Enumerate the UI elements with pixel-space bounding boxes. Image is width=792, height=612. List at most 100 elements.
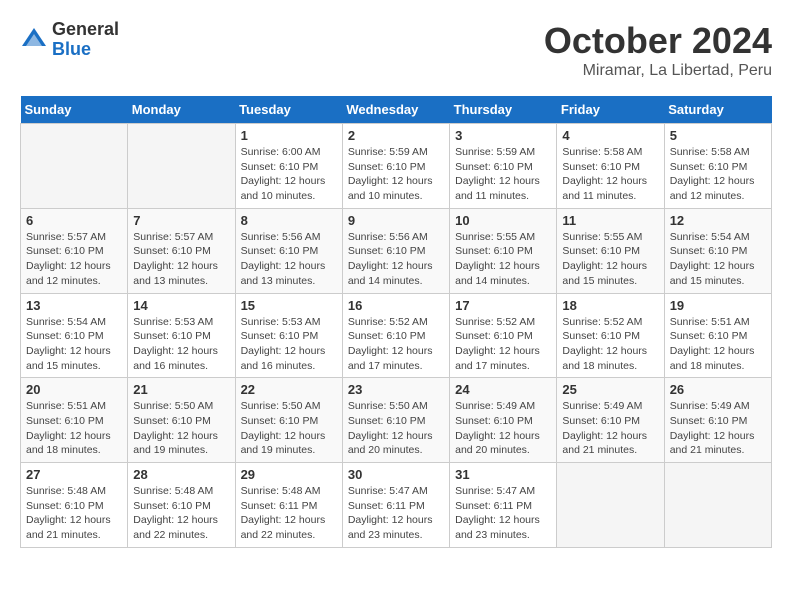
day-number: 10	[455, 213, 551, 228]
logo: General Blue	[20, 20, 119, 60]
calendar-cell: 26 Sunrise: 5:49 AM Sunset: 6:10 PM Dayli…	[664, 378, 771, 463]
day-number: 14	[133, 298, 229, 313]
calendar-cell: 10 Sunrise: 5:55 AM Sunset: 6:10 PM Dayli…	[450, 208, 557, 293]
day-number: 16	[348, 298, 444, 313]
calendar-cell	[557, 463, 664, 548]
day-number: 29	[241, 467, 337, 482]
day-number: 25	[562, 382, 658, 397]
day-number: 9	[348, 213, 444, 228]
calendar-cell: 7 Sunrise: 5:57 AM Sunset: 6:10 PM Daylig…	[128, 208, 235, 293]
day-info: Sunrise: 5:57 AM Sunset: 6:10 PM Dayligh…	[26, 230, 122, 289]
day-number: 13	[26, 298, 122, 313]
day-info: Sunrise: 5:55 AM Sunset: 6:10 PM Dayligh…	[562, 230, 658, 289]
calendar-cell: 5Sunrise: 5:58 AM Sunset: 6:10 PM Daylig…	[664, 124, 771, 209]
day-number: 3	[455, 128, 551, 143]
day-number: 5	[670, 128, 766, 143]
day-number: 1	[241, 128, 337, 143]
day-number: 12	[670, 213, 766, 228]
day-info: Sunrise: 5:52 AM Sunset: 6:10 PM Dayligh…	[348, 315, 444, 374]
month-title: October 2024	[544, 20, 772, 62]
calendar-cell: 23 Sunrise: 5:50 AM Sunset: 6:10 PM Dayli…	[342, 378, 449, 463]
title-block: October 2024 Miramar, La Libertad, Peru	[544, 20, 772, 80]
day-number: 15	[241, 298, 337, 313]
calendar-cell: 6 Sunrise: 5:57 AM Sunset: 6:10 PM Daylig…	[21, 208, 128, 293]
calendar-cell: 1 Sunrise: 6:00 AM Sunset: 6:10 PM Daylig…	[235, 124, 342, 209]
calendar-cell: 29 Sunrise: 5:48 AM Sunset: 6:11 PM Dayli…	[235, 463, 342, 548]
calendar-week-row: 1 Sunrise: 6:00 AM Sunset: 6:10 PM Daylig…	[21, 124, 772, 209]
calendar-cell: 21Sunrise: 5:50 AM Sunset: 6:10 PM Dayli…	[128, 378, 235, 463]
calendar-week-row: 13 Sunrise: 5:54 AM Sunset: 6:10 PM Dayli…	[21, 293, 772, 378]
day-info: Sunrise: 5:53 AM Sunset: 6:10 PM Dayligh…	[241, 315, 337, 374]
day-info: Sunrise: 5:58 AM Sunset: 6:10 PM Dayligh…	[562, 145, 658, 204]
calendar-cell: 8 Sunrise: 5:56 AM Sunset: 6:10 PM Daylig…	[235, 208, 342, 293]
calendar-cell: 20Sunrise: 5:51 AM Sunset: 6:10 PM Dayli…	[21, 378, 128, 463]
calendar-table: SundayMondayTuesdayWednesdayThursdayFrid…	[20, 96, 772, 548]
day-number: 7	[133, 213, 229, 228]
calendar-cell: 3 Sunrise: 5:59 AM Sunset: 6:10 PM Daylig…	[450, 124, 557, 209]
day-number: 18	[562, 298, 658, 313]
day-info: Sunrise: 5:54 AM Sunset: 6:10 PM Dayligh…	[26, 315, 122, 374]
calendar-week-row: 27Sunrise: 5:48 AM Sunset: 6:10 PM Dayli…	[21, 463, 772, 548]
calendar-header-thursday: Thursday	[450, 96, 557, 124]
logo-general: General	[52, 20, 119, 40]
day-number: 24	[455, 382, 551, 397]
day-info: Sunrise: 5:50 AM Sunset: 6:10 PM Dayligh…	[348, 399, 444, 458]
calendar-header-row: SundayMondayTuesdayWednesdayThursdayFrid…	[21, 96, 772, 124]
calendar-cell: 18 Sunrise: 5:52 AM Sunset: 6:10 PM Dayli…	[557, 293, 664, 378]
day-info: Sunrise: 5:56 AM Sunset: 6:10 PM Dayligh…	[241, 230, 337, 289]
day-info: Sunrise: 6:00 AM Sunset: 6:10 PM Dayligh…	[241, 145, 337, 204]
location: Miramar, La Libertad, Peru	[544, 62, 772, 80]
calendar-cell: 13 Sunrise: 5:54 AM Sunset: 6:10 PM Dayli…	[21, 293, 128, 378]
calendar-cell: 11 Sunrise: 5:55 AM Sunset: 6:10 PM Dayli…	[557, 208, 664, 293]
day-info: Sunrise: 5:47 AM Sunset: 6:11 PM Dayligh…	[348, 484, 444, 543]
day-info: Sunrise: 5:49 AM Sunset: 6:10 PM Dayligh…	[562, 399, 658, 458]
day-info: Sunrise: 5:48 AM Sunset: 6:10 PM Dayligh…	[26, 484, 122, 543]
day-info: Sunrise: 5:52 AM Sunset: 6:10 PM Dayligh…	[562, 315, 658, 374]
day-info: Sunrise: 5:57 AM Sunset: 6:10 PM Dayligh…	[133, 230, 229, 289]
calendar-cell: 28Sunrise: 5:48 AM Sunset: 6:10 PM Dayli…	[128, 463, 235, 548]
day-number: 22	[241, 382, 337, 397]
day-number: 23	[348, 382, 444, 397]
calendar-cell	[128, 124, 235, 209]
calendar-cell: 31Sunrise: 5:47 AM Sunset: 6:11 PM Dayli…	[450, 463, 557, 548]
page-header: General Blue October 2024 Miramar, La Li…	[20, 20, 772, 80]
day-number: 2	[348, 128, 444, 143]
day-number: 8	[241, 213, 337, 228]
calendar-header-saturday: Saturday	[664, 96, 771, 124]
calendar-header-wednesday: Wednesday	[342, 96, 449, 124]
day-info: Sunrise: 5:50 AM Sunset: 6:10 PM Dayligh…	[241, 399, 337, 458]
day-number: 6	[26, 213, 122, 228]
calendar-cell	[664, 463, 771, 548]
calendar-cell: 12 Sunrise: 5:54 AM Sunset: 6:10 PM Dayli…	[664, 208, 771, 293]
calendar-cell: 30 Sunrise: 5:47 AM Sunset: 6:11 PM Dayli…	[342, 463, 449, 548]
day-info: Sunrise: 5:49 AM Sunset: 6:10 PM Dayligh…	[455, 399, 551, 458]
day-number: 26	[670, 382, 766, 397]
calendar-cell: 2Sunrise: 5:59 AM Sunset: 6:10 PM Daylig…	[342, 124, 449, 209]
day-info: Sunrise: 5:53 AM Sunset: 6:10 PM Dayligh…	[133, 315, 229, 374]
calendar-week-row: 20Sunrise: 5:51 AM Sunset: 6:10 PM Dayli…	[21, 378, 772, 463]
day-number: 11	[562, 213, 658, 228]
calendar-header-sunday: Sunday	[21, 96, 128, 124]
calendar-header-tuesday: Tuesday	[235, 96, 342, 124]
logo-icon	[20, 26, 48, 54]
calendar-header-friday: Friday	[557, 96, 664, 124]
day-info: Sunrise: 5:56 AM Sunset: 6:10 PM Dayligh…	[348, 230, 444, 289]
calendar-header-monday: Monday	[128, 96, 235, 124]
calendar-cell: 15 Sunrise: 5:53 AM Sunset: 6:10 PM Dayli…	[235, 293, 342, 378]
calendar-cell: 27Sunrise: 5:48 AM Sunset: 6:10 PM Dayli…	[21, 463, 128, 548]
calendar-cell: 9 Sunrise: 5:56 AM Sunset: 6:10 PM Daylig…	[342, 208, 449, 293]
calendar-cell: 19Sunrise: 5:51 AM Sunset: 6:10 PM Dayli…	[664, 293, 771, 378]
day-number: 17	[455, 298, 551, 313]
day-info: Sunrise: 5:59 AM Sunset: 6:10 PM Dayligh…	[455, 145, 551, 204]
calendar-cell: 22 Sunrise: 5:50 AM Sunset: 6:10 PM Dayli…	[235, 378, 342, 463]
day-number: 31	[455, 467, 551, 482]
day-info: Sunrise: 5:54 AM Sunset: 6:10 PM Dayligh…	[670, 230, 766, 289]
day-info: Sunrise: 5:48 AM Sunset: 6:11 PM Dayligh…	[241, 484, 337, 543]
day-info: Sunrise: 5:51 AM Sunset: 6:10 PM Dayligh…	[26, 399, 122, 458]
day-info: Sunrise: 5:55 AM Sunset: 6:10 PM Dayligh…	[455, 230, 551, 289]
day-number: 30	[348, 467, 444, 482]
day-info: Sunrise: 5:49 AM Sunset: 6:10 PM Dayligh…	[670, 399, 766, 458]
calendar-cell: 14 Sunrise: 5:53 AM Sunset: 6:10 PM Dayli…	[128, 293, 235, 378]
calendar-cell	[21, 124, 128, 209]
calendar-week-row: 6 Sunrise: 5:57 AM Sunset: 6:10 PM Daylig…	[21, 208, 772, 293]
